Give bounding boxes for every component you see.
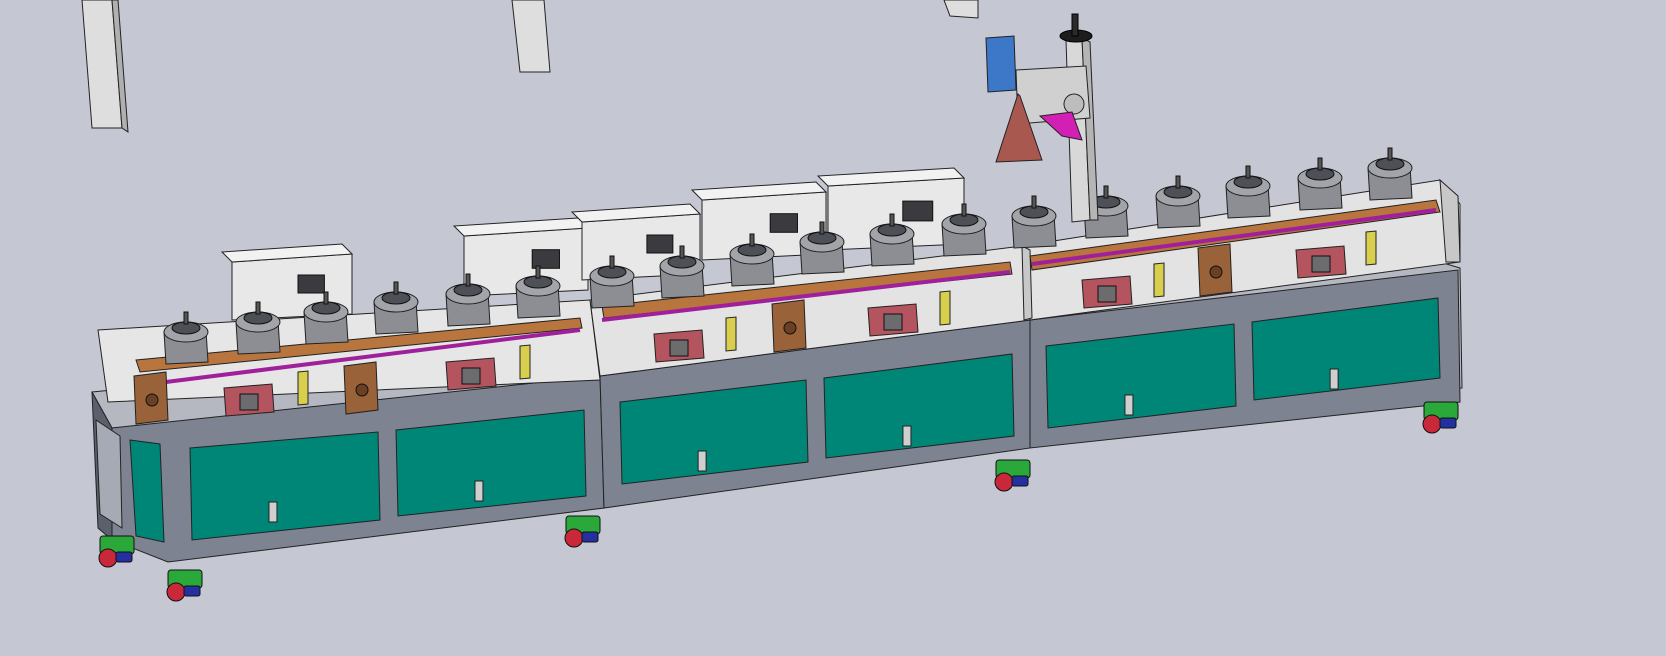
fixture-6 [1295,245,1347,279]
stator-motor-16-shaft [1245,165,1251,179]
cad-viewport [0,0,1666,656]
cabinet-side-opening [95,419,123,529]
yellow-post [939,290,951,326]
stator-motor-16 [1225,165,1271,219]
block-bore [783,321,797,335]
stator-motor-13-shaft [1031,195,1037,209]
ceiling-pillar [943,0,979,19]
caster-mid-1 [564,515,601,548]
fixture-clamp [669,339,689,357]
caster-brake [115,551,133,563]
fixture-clamp [1311,255,1331,273]
door-handle-icon [474,480,484,502]
stator-motor-10-shaft [819,221,825,235]
yellow-post [725,316,737,352]
caster-wheel-icon [166,582,186,602]
fixture-clamp [1097,285,1117,303]
caster-front-right [1422,401,1459,434]
fixture-5 [1081,275,1133,309]
display-screen [297,274,325,294]
caster-brake [1439,417,1457,429]
block-bore [145,393,159,407]
stator-motor-13 [1011,195,1057,249]
stator-motor-17 [1297,157,1343,211]
block-bore [355,383,369,397]
stator-motor-6-shaft [535,265,541,279]
caster-mid-2 [994,459,1031,492]
caster-wheel-icon [1422,414,1442,434]
overhead-pillars [81,0,979,133]
stator-motor-4 [373,281,419,335]
caster-brake [1011,475,1029,487]
stator-motor-1 [163,311,209,365]
support-block-2 [343,361,379,415]
yellow-post [297,370,309,406]
fixture-3 [653,329,705,363]
stator-motor-18-shaft [1387,147,1393,161]
support-block-1 [133,371,169,425]
yellow-post [519,344,531,380]
fixture-4 [867,303,919,337]
stator-motor-9-shaft [749,233,755,247]
adjust-screw [1071,13,1079,37]
stator-motor-15-shaft [1175,175,1181,189]
stator-motor-4-shaft [393,281,399,295]
laser-lens-flange [1063,93,1085,115]
display-screen [902,200,934,222]
caster-wheel-icon [994,472,1014,492]
support-block-3 [771,299,807,353]
laser-source-box [985,35,1017,93]
fixture-clamp [461,367,481,385]
stator-motor-8-shaft [679,245,685,259]
block-bore [1209,265,1223,279]
caster-wheel-icon [98,548,118,568]
laser-marker-assembly [985,13,1099,223]
fixture-1 [223,383,275,417]
stator-motor-2-shaft [255,301,261,315]
caster-wheel-icon [564,528,584,548]
yellow-post [1153,262,1165,298]
display-screen [646,234,674,254]
stator-motor-15 [1155,175,1201,229]
stator-motor-11-shaft [889,213,895,227]
caster-brake [581,531,599,543]
stator-motor-18 [1367,147,1413,201]
ceiling-pillar [511,0,551,73]
door-handle-icon [697,450,707,472]
caster-front-left [98,535,135,568]
caster-front-left-lower [166,569,203,602]
door-handle-icon [268,501,278,523]
stator-motor-17-shaft [1317,157,1323,171]
stator-motor-12-shaft [961,203,967,217]
display-screen [769,213,798,233]
caster-brake [183,585,201,597]
door-handle-icon [902,425,912,447]
stator-motor-1-shaft [183,311,189,325]
side-door-panel [129,439,165,543]
stator-motor-7-shaft [609,255,615,269]
assembly-line-render [81,0,1463,602]
door-handle-icon [1329,368,1339,390]
door-handle-icon [1124,394,1134,416]
yellow-post [1365,230,1377,266]
support-block-4 [1197,243,1233,297]
stator-motor-3-shaft [323,291,329,305]
stator-motor-14-shaft [1103,185,1109,199]
stator-motor-5-shaft [465,273,471,287]
fixture-2 [445,357,497,391]
fixture-clamp [239,393,259,411]
fixture-clamp [883,313,903,331]
